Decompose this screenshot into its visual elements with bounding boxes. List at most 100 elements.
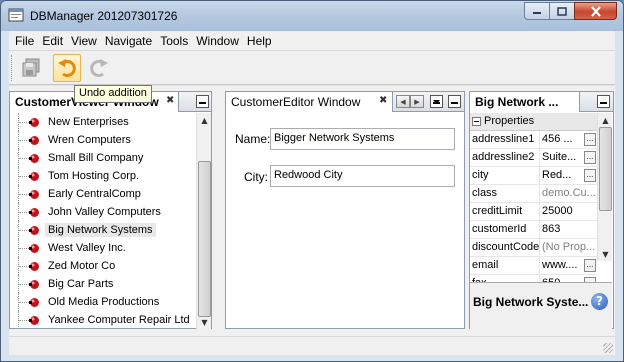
property-row[interactable]: city Red...... xyxy=(470,167,597,185)
minimize-button[interactable] xyxy=(524,2,550,20)
property-value-text: www.... xyxy=(542,259,578,271)
toolbar xyxy=(9,51,615,85)
list-item[interactable]: John Valley Computers xyxy=(10,203,195,221)
maximize-button[interactable] xyxy=(549,2,575,20)
property-value-text: demo.Cu... xyxy=(542,187,596,199)
property-row[interactable]: email www....... xyxy=(470,257,597,275)
property-value[interactable]: Suite...... xyxy=(539,149,597,166)
list-item[interactable]: Wren Computers xyxy=(10,131,195,149)
property-row[interactable]: creditLimit 25000 xyxy=(470,203,597,221)
tab-left-icon[interactable]: ◀ xyxy=(396,95,410,108)
property-value-text: Red... xyxy=(542,169,572,181)
menu-file[interactable]: File xyxy=(11,34,38,48)
property-description: Big Network Syste... xyxy=(473,295,589,309)
ellipsis-button[interactable]: ... xyxy=(584,151,596,164)
minimize-panel-button[interactable] xyxy=(448,95,461,108)
property-value[interactable]: Red...... xyxy=(539,167,597,184)
property-value-text: (No Prop... xyxy=(542,241,596,253)
list-item[interactable]: Zed Motor Co xyxy=(10,257,195,275)
scroll-down-icon[interactable]: ▼ xyxy=(197,315,212,329)
customer-icon xyxy=(29,244,39,253)
list-item[interactable]: Early CentralComp xyxy=(10,185,195,203)
customer-icon xyxy=(29,154,39,163)
property-name: email xyxy=(472,259,499,271)
minimize-panel-button[interactable] xyxy=(597,95,610,108)
list-item-label: Small Bill Company xyxy=(48,152,144,164)
list-item[interactable]: Big Car Parts xyxy=(10,275,195,293)
scroll-up-icon[interactable]: ▲ xyxy=(197,113,212,127)
name-field[interactable]: Bigger Network Systems xyxy=(270,128,455,150)
tab-right-icon[interactable]: ▶ xyxy=(410,95,424,108)
help-icon[interactable]: ? xyxy=(591,293,608,310)
redo-icon xyxy=(90,59,108,77)
tab-customer-editor[interactable]: CustomerEditor Window ✖ xyxy=(226,92,393,112)
menu-navigate[interactable]: Navigate xyxy=(101,34,156,48)
close-tab-icon[interactable]: ✖ xyxy=(379,95,387,106)
property-row[interactable]: addressline1 456 ...... xyxy=(470,131,597,149)
save-all-button[interactable] xyxy=(17,54,45,82)
property-row[interactable]: customerId 863 xyxy=(470,221,597,239)
scroll-down-icon[interactable]: ▼ xyxy=(598,247,613,261)
menu-window[interactable]: Window xyxy=(192,34,243,48)
close-tab-icon[interactable]: ✖ xyxy=(166,95,174,106)
ellipsis-button[interactable]: ... xyxy=(584,133,596,146)
close-button[interactable] xyxy=(574,2,617,20)
undo-button[interactable] xyxy=(53,54,81,82)
ellipsis-button[interactable]: ... xyxy=(584,169,596,182)
minimize-panel-button[interactable] xyxy=(196,95,209,108)
property-row[interactable]: discountCode (No Prop... xyxy=(470,239,597,257)
properties-table: addressline1 456 ...... addressline2 Suite.… xyxy=(470,131,597,293)
minimize-icon xyxy=(533,12,541,14)
property-name: customerId xyxy=(472,223,527,235)
property-name: discountCode xyxy=(472,241,539,253)
customer-editor-panel: CustomerEditor Window ✖ ◀ ▶ Name: Bigger… xyxy=(225,91,465,329)
property-value[interactable]: www....... xyxy=(539,257,597,274)
property-value[interactable]: (No Prop... xyxy=(539,239,597,256)
redo-button[interactable] xyxy=(85,54,113,82)
menu-view[interactable]: View xyxy=(67,34,101,48)
list-item[interactable]: Yankee Computer Repair Ltd xyxy=(10,311,195,329)
properties-title: Big Network ... xyxy=(475,95,559,109)
customer-icon xyxy=(29,136,39,145)
tab-properties[interactable]: Big Network ... xyxy=(470,92,580,112)
list-item[interactable]: New Enterprises xyxy=(10,113,195,131)
property-row[interactable]: class demo.Cu... xyxy=(470,185,597,203)
property-value[interactable]: 456 ...... xyxy=(539,131,597,148)
customer-viewer-panel: CustomerViewer Window ✖ New EnterprisesW… xyxy=(9,91,212,329)
collapse-icon[interactable] xyxy=(472,117,481,126)
list-item-label: Tom Hosting Corp. xyxy=(48,170,140,182)
tab-list-button[interactable] xyxy=(430,95,443,108)
menu-edit[interactable]: Edit xyxy=(38,34,67,48)
list-item-label: Old Media Productions xyxy=(48,296,160,308)
list-item[interactable]: Old Media Productions xyxy=(10,293,195,311)
maximize-icon xyxy=(557,6,567,16)
property-value[interactable]: 863 xyxy=(539,221,597,238)
property-row[interactable]: addressline2 Suite...... xyxy=(470,149,597,167)
menu-help[interactable]: Help xyxy=(243,34,276,48)
app-window: DBManager 201207301726 File Edit View Na… xyxy=(0,0,624,362)
scroll-thumb[interactable] xyxy=(599,127,612,211)
menu-tools[interactable]: Tools xyxy=(156,34,192,48)
scroll-thumb[interactable] xyxy=(198,161,211,317)
property-value[interactable]: 25000 xyxy=(539,203,597,220)
ellipsis-button[interactable]: ... xyxy=(584,259,596,272)
close-icon xyxy=(590,5,601,17)
list-item[interactable]: West Valley Inc. xyxy=(10,239,195,257)
list-item-label: Big Network Systems xyxy=(45,223,156,237)
list-item-label: New Enterprises xyxy=(48,116,129,128)
properties-scrollbar[interactable]: ▲ ▼ xyxy=(597,113,612,261)
resize-grip[interactable] xyxy=(603,343,613,353)
list-item[interactable]: Small Bill Company xyxy=(10,149,195,167)
property-name: class xyxy=(472,187,498,199)
scroll-up-icon[interactable]: ▲ xyxy=(598,113,613,127)
property-description-area: Big Network Syste... ? xyxy=(470,282,612,331)
list-item[interactable]: Tom Hosting Corp. xyxy=(10,167,195,185)
properties-section[interactable]: Properties xyxy=(470,113,597,131)
city-field[interactable]: Redwood City xyxy=(270,165,455,187)
customer-list-scrollbar[interactable]: ▲ ▼ xyxy=(196,113,211,329)
property-name: creditLimit xyxy=(472,205,523,217)
status-bar xyxy=(9,336,615,355)
property-value[interactable]: demo.Cu... xyxy=(539,185,597,202)
list-item[interactable]: Big Network Systems xyxy=(10,221,195,239)
toolbar-grip[interactable] xyxy=(11,55,14,81)
